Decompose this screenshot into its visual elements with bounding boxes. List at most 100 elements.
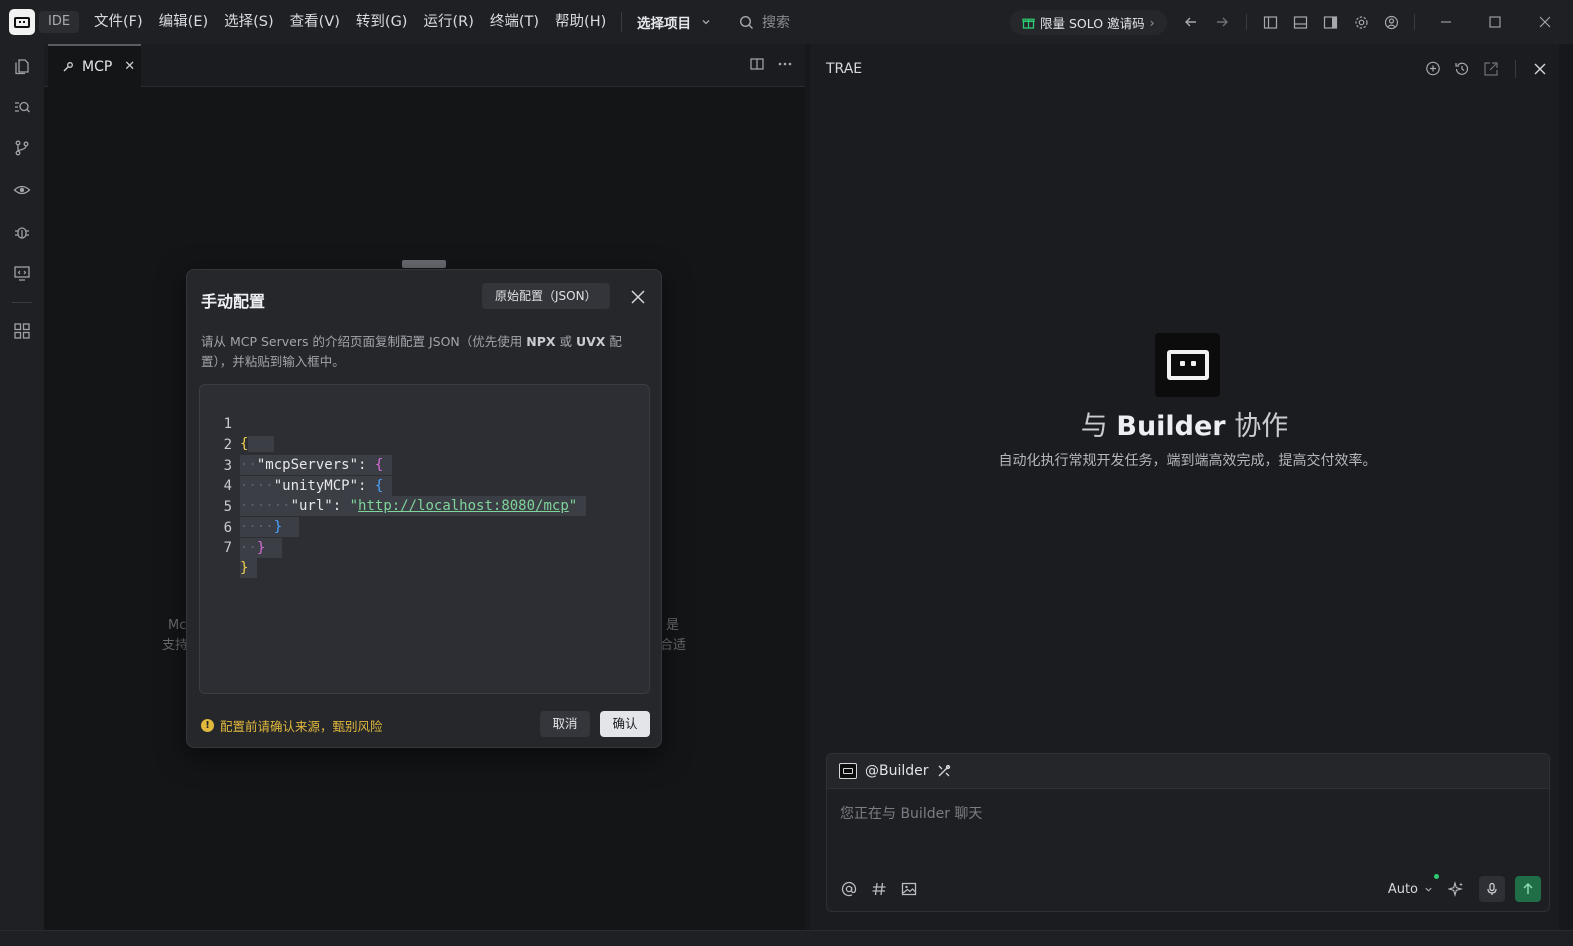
background-text: Mc 支持 (162, 616, 188, 656)
microphone-icon (1487, 882, 1497, 895)
chat-agent-label[interactable]: @Builder (865, 763, 929, 779)
extensions-grid-icon[interactable] (12, 321, 32, 341)
menu-select[interactable]: 选择(S) (216, 0, 282, 44)
desc-npx: NPX (526, 334, 556, 349)
project-select[interactable]: 选择项目 (637, 0, 711, 44)
dialog-title: 手动配置 (201, 292, 266, 311)
warning-text: 配置前请确认来源，甄别风险 (220, 719, 383, 734)
explorer-files-icon[interactable] (12, 56, 32, 76)
mention-at-icon[interactable] (840, 880, 858, 898)
maximize-icon[interactable] (1485, 12, 1505, 32)
hashtag-icon[interactable] (870, 880, 888, 898)
divider (12, 302, 32, 303)
forward-arrow-icon[interactable] (1212, 12, 1232, 32)
new-chat-icon[interactable] (1424, 60, 1442, 78)
open-external-icon[interactable] (1482, 60, 1500, 78)
panel-title: TRAE (826, 61, 863, 77)
solo-invite-button[interactable]: 限量 SOLO 邀请码 › (1010, 10, 1167, 35)
close-icon[interactable]: ✕ (124, 59, 135, 74)
close-icon[interactable] (1531, 60, 1549, 78)
confirm-button[interactable]: 确认 (600, 711, 650, 737)
menu-edit[interactable]: 编辑(E) (151, 0, 216, 44)
code-line: 1 { (200, 394, 274, 452)
menu-help[interactable]: 帮助(H) (547, 0, 614, 44)
search-icon (739, 15, 754, 30)
back-arrow-icon[interactable] (1181, 12, 1201, 32)
model-select[interactable]: Auto (1387, 873, 1439, 897)
gift-icon (1022, 16, 1035, 29)
image-upload-icon[interactable] (900, 880, 918, 898)
tab-mcp[interactable]: MCP ✕ (48, 44, 141, 87)
desc-uvx: UVX (575, 334, 606, 349)
divider (1246, 14, 1247, 30)
eye-icon[interactable] (12, 180, 32, 200)
menu-goto[interactable]: 转到(G) (348, 0, 416, 44)
toggle-sidebar-icon[interactable] (1260, 12, 1280, 32)
risk-warning: ! 配置前请确认来源，甄别风险 (201, 716, 383, 735)
source-control-icon[interactable] (12, 138, 32, 158)
background-text-line: 支持 (162, 638, 189, 653)
search-input[interactable]: 搜索 (739, 0, 790, 44)
search-placeholder: 搜索 (762, 15, 790, 31)
chat-input-box: @Builder 您正在与 Builder 聊天 Auto (826, 753, 1550, 912)
more-actions-icon[interactable] (777, 56, 793, 72)
builder-mini-logo-icon (839, 763, 857, 779)
raw-config-json-button[interactable]: 原始配置（JSON） (482, 283, 610, 309)
toggle-panel-icon[interactable] (1290, 12, 1310, 32)
hero-title-builder: Builder (1116, 411, 1226, 442)
info-warning-icon: ! (201, 719, 214, 732)
send-button[interactable] (1515, 876, 1541, 902)
split-editor-icon[interactable] (749, 56, 765, 72)
status-dot (1434, 873, 1439, 879)
chevron-right-icon: › (1149, 15, 1155, 30)
trae-logo-icon[interactable] (9, 9, 35, 35)
search-code-icon[interactable] (12, 97, 32, 117)
ide-badge[interactable]: IDE (39, 11, 80, 33)
minimize-icon[interactable] (1436, 12, 1456, 32)
json-url-value[interactable]: http://localhost:8080/mcp (358, 498, 569, 514)
json-config-editor[interactable]: 1 { 2 ··"mcpServers": { 3 ····"unityMCP"… (199, 384, 650, 694)
divider (1515, 60, 1516, 78)
hero-subtitle: 自动化执行常规开发任务，端到端高效完成，提高交付效率。 (998, 453, 1377, 469)
status-bar (0, 930, 1573, 946)
chat-controls: Auto (1387, 873, 1541, 902)
menu-run[interactable]: 运行(R) (415, 0, 481, 44)
background-text-line: Mc (168, 618, 187, 633)
menu-view[interactable]: 查看(V) (282, 0, 348, 44)
project-select-label: 选择项目 (637, 16, 691, 32)
remote-display-icon[interactable] (12, 263, 32, 283)
activity-bar (0, 44, 44, 930)
gear-icon[interactable] (1351, 12, 1371, 32)
line-number: 7 (223, 540, 232, 556)
hero-title-text: 与 (1080, 411, 1117, 442)
manual-config-dialog: 手动配置 原始配置（JSON） 请从 MCP Servers 的介绍页面复制配置… (186, 269, 662, 748)
tools-icon[interactable] (937, 764, 951, 778)
close-icon[interactable] (629, 288, 647, 306)
chat-tools (840, 880, 918, 898)
model-select-label: Auto (1387, 881, 1418, 897)
menu-terminal[interactable]: 终端(T) (482, 0, 547, 44)
tool-icon (62, 61, 74, 73)
toggle-secondary-sidebar-icon[interactable] (1320, 12, 1340, 32)
arrow-up-icon (1523, 883, 1533, 894)
code-line: 5 ····} (200, 477, 300, 537)
code-line: 2 ··"mcpServers": { (200, 415, 392, 475)
microphone-button[interactable] (1479, 876, 1505, 902)
dialog-description: 请从 MCP Servers 的介绍页面复制配置 JSON（优先使用 NPX 或… (201, 332, 631, 372)
background-text-line: 合适 (660, 638, 687, 653)
hero-title-text: 协作 (1225, 411, 1289, 442)
tab-label: MCP (82, 58, 113, 75)
debug-bug-icon[interactable] (12, 222, 32, 242)
chat-textarea[interactable]: 您正在与 Builder 聊天 (840, 803, 982, 823)
sparkle-enhance-icon[interactable] (1443, 876, 1469, 902)
json-key: "mcpServers" (256, 457, 359, 473)
account-icon[interactable] (1381, 12, 1401, 32)
menu-file[interactable]: 文件(F) (86, 0, 151, 44)
divider (1414, 14, 1415, 30)
chat-agent-header: @Builder (827, 754, 1549, 789)
cancel-button[interactable]: 取消 (540, 711, 590, 737)
close-window-icon[interactable] (1535, 12, 1555, 32)
history-icon[interactable] (1453, 60, 1471, 78)
background-text-line: 是 (666, 618, 680, 633)
code-line: 6 ··} (200, 498, 283, 558)
